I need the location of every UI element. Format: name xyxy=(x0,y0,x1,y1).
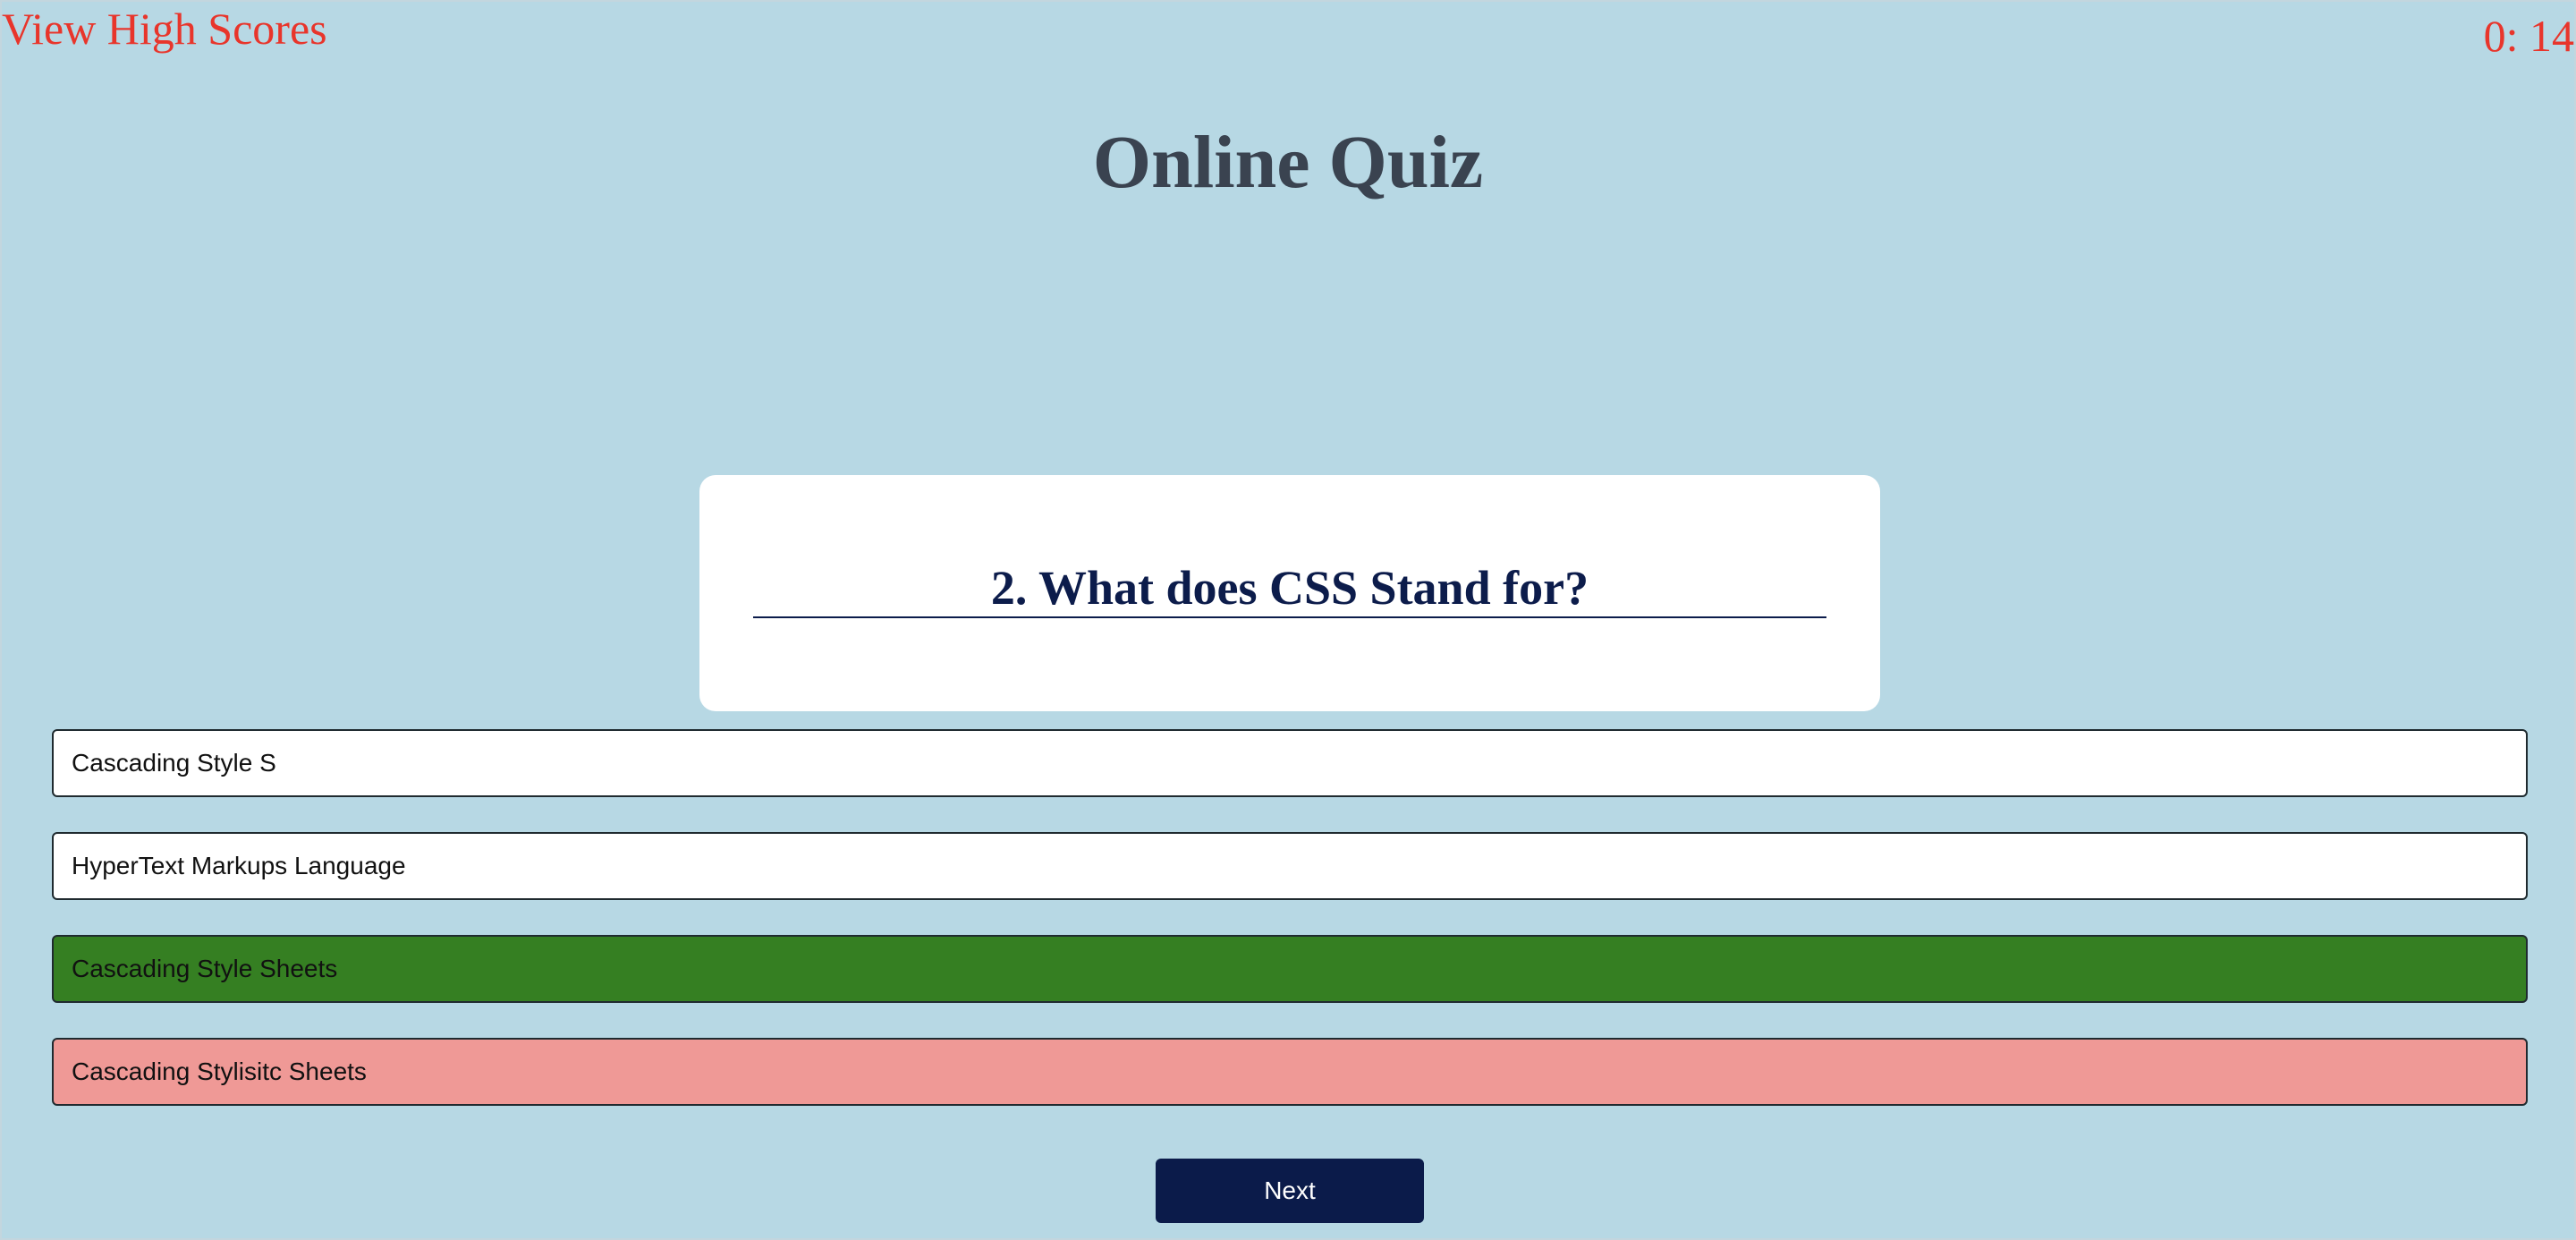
view-high-scores-link[interactable]: View High Scores xyxy=(2,4,327,55)
answer-list: Cascading Style S HyperText Markups Lang… xyxy=(52,729,2528,1141)
question-text: 2. What does CSS Stand for? xyxy=(753,561,1826,619)
answer-option-2[interactable]: HyperText Markups Language xyxy=(52,832,2528,900)
timer: 0: 14 xyxy=(2483,11,2574,61)
page-title: Online Quiz xyxy=(1092,121,1484,204)
answer-option-3[interactable]: Cascading Style Sheets xyxy=(52,935,2528,1003)
next-button[interactable]: Next xyxy=(1156,1159,1424,1223)
question-card: 2. What does CSS Stand for? xyxy=(699,475,1880,711)
answer-option-4[interactable]: Cascading Stylisitc Sheets xyxy=(52,1038,2528,1106)
answer-option-1[interactable]: Cascading Style S xyxy=(52,729,2528,797)
